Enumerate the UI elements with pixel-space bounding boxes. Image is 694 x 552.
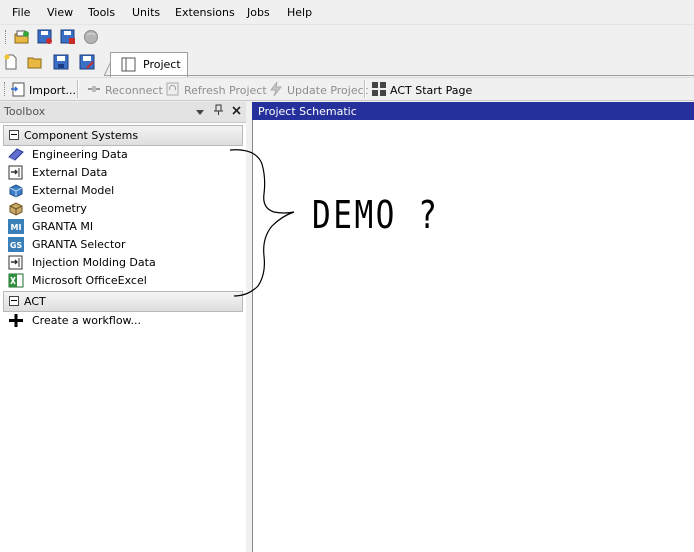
menu-tools[interactable]: Tools	[88, 6, 115, 19]
tool-geometry[interactable]: Geometry	[8, 200, 238, 218]
menu-extensions[interactable]: Extensions	[175, 6, 235, 19]
tool-create-workflow[interactable]: Create a workflow...	[8, 312, 238, 330]
section-label: ACT	[24, 295, 46, 308]
tool-label: GRANTA Selector	[32, 238, 126, 251]
refresh-project-label: Refresh Project	[184, 83, 267, 97]
update-project-button[interactable]: Update Project	[268, 81, 368, 100]
tool-microsoft-office-excel[interactable]: Microsoft OfficeExcel	[8, 272, 238, 290]
collapse-icon[interactable]	[9, 130, 19, 140]
menu-jobs[interactable]: Jobs	[247, 6, 270, 19]
collapse-icon[interactable]	[9, 296, 19, 306]
tab-project[interactable]: Project	[110, 52, 188, 77]
toolbox-panel: Component Systems Engineering Data Exter…	[0, 123, 247, 552]
reconnect-button[interactable]: Reconnect	[86, 82, 163, 98]
tool-granta-mi[interactable]: MI GRANTA MI	[8, 218, 238, 236]
menu-units[interactable]: Units	[132, 6, 160, 19]
refresh-icon	[165, 81, 181, 100]
act-start-page-button[interactable]: ACT Start Page	[371, 81, 473, 100]
toolbar-grip[interactable]	[5, 30, 8, 44]
granta-selector-badge: GS	[10, 241, 23, 250]
granta-mi-icon: MI	[8, 219, 24, 234]
engineering-data-icon	[8, 147, 24, 162]
tool-external-data[interactable]: External Data	[8, 164, 238, 182]
excel-icon	[8, 273, 24, 288]
tool-engineering-data[interactable]: Engineering Data	[8, 146, 238, 164]
project-schematic-title: Project Schematic	[258, 105, 357, 118]
menu-bar: File View Tools Units Extensions Jobs He…	[0, 0, 694, 24]
tool-label: Microsoft OfficeExcel	[32, 274, 147, 287]
toolbar-grip[interactable]	[4, 82, 7, 96]
section-label: Component Systems	[24, 129, 139, 142]
save-as-icon[interactable]	[79, 54, 95, 70]
import-label: Import...	[29, 83, 76, 97]
menu-file[interactable]: File	[12, 6, 30, 19]
import-icon	[10, 81, 26, 100]
tool-label: Engineering Data	[32, 148, 128, 161]
plus-icon	[8, 313, 24, 328]
tool-label: External Data	[32, 166, 108, 179]
save-as-archive-icon[interactable]	[60, 29, 76, 45]
external-data-icon	[8, 165, 24, 180]
pin-icon[interactable]	[214, 104, 224, 119]
grid-icon	[371, 81, 387, 100]
tab-project-label: Project	[143, 58, 181, 71]
save-icon[interactable]	[53, 54, 69, 70]
new-project-from-file-icon[interactable]	[14, 29, 30, 45]
open-icon[interactable]	[27, 54, 43, 70]
refresh-project-button[interactable]: Refresh Project	[165, 82, 267, 98]
toolbar-divider	[77, 80, 79, 98]
section-act[interactable]: ACT	[3, 291, 243, 312]
toolbar-divider	[364, 80, 366, 98]
granta-selector-icon: GS	[8, 237, 24, 252]
tool-label: Geometry	[32, 202, 87, 215]
injection-molding-icon	[8, 255, 24, 270]
project-schematic-icon	[121, 57, 137, 73]
new-icon[interactable]	[3, 54, 19, 70]
reconnect-icon	[86, 81, 102, 100]
toolbox-title: Toolbox	[4, 105, 46, 118]
tool-granta-selector[interactable]: GS GRANTA Selector	[8, 236, 238, 254]
menu-view[interactable]: View	[47, 6, 73, 19]
tool-label: Create a workflow...	[32, 314, 142, 327]
close-icon[interactable]	[232, 105, 241, 118]
handwritten-annotation: DEMO ?	[312, 193, 440, 237]
tool-label: Injection Molding Data	[32, 256, 156, 269]
granta-mi-badge: MI	[11, 223, 22, 232]
external-model-icon	[8, 183, 24, 198]
tab-strip-line	[104, 75, 694, 76]
section-component-systems[interactable]: Component Systems	[3, 125, 243, 146]
import-button[interactable]: Import...	[10, 82, 76, 98]
tool-external-model[interactable]: External Model	[8, 182, 238, 200]
quick-toolbar	[0, 24, 694, 49]
disabled-globe-icon	[83, 29, 99, 45]
lightning-icon	[268, 81, 284, 100]
update-project-label: Update Project	[287, 83, 368, 97]
dropdown-arrow-icon[interactable]	[196, 106, 204, 119]
geometry-icon	[8, 201, 24, 216]
tool-injection-molding-data[interactable]: Injection Molding Data	[8, 254, 238, 272]
save-archive-icon[interactable]	[37, 29, 53, 45]
reconnect-label: Reconnect	[105, 83, 163, 97]
menu-help[interactable]: Help	[287, 6, 312, 19]
project-toolbar: Import... Reconnect Refresh Project Upda…	[0, 77, 694, 101]
act-start-page-label: ACT Start Page	[390, 83, 473, 97]
tool-label: GRANTA MI	[32, 220, 94, 233]
tool-label: External Model	[32, 184, 115, 197]
